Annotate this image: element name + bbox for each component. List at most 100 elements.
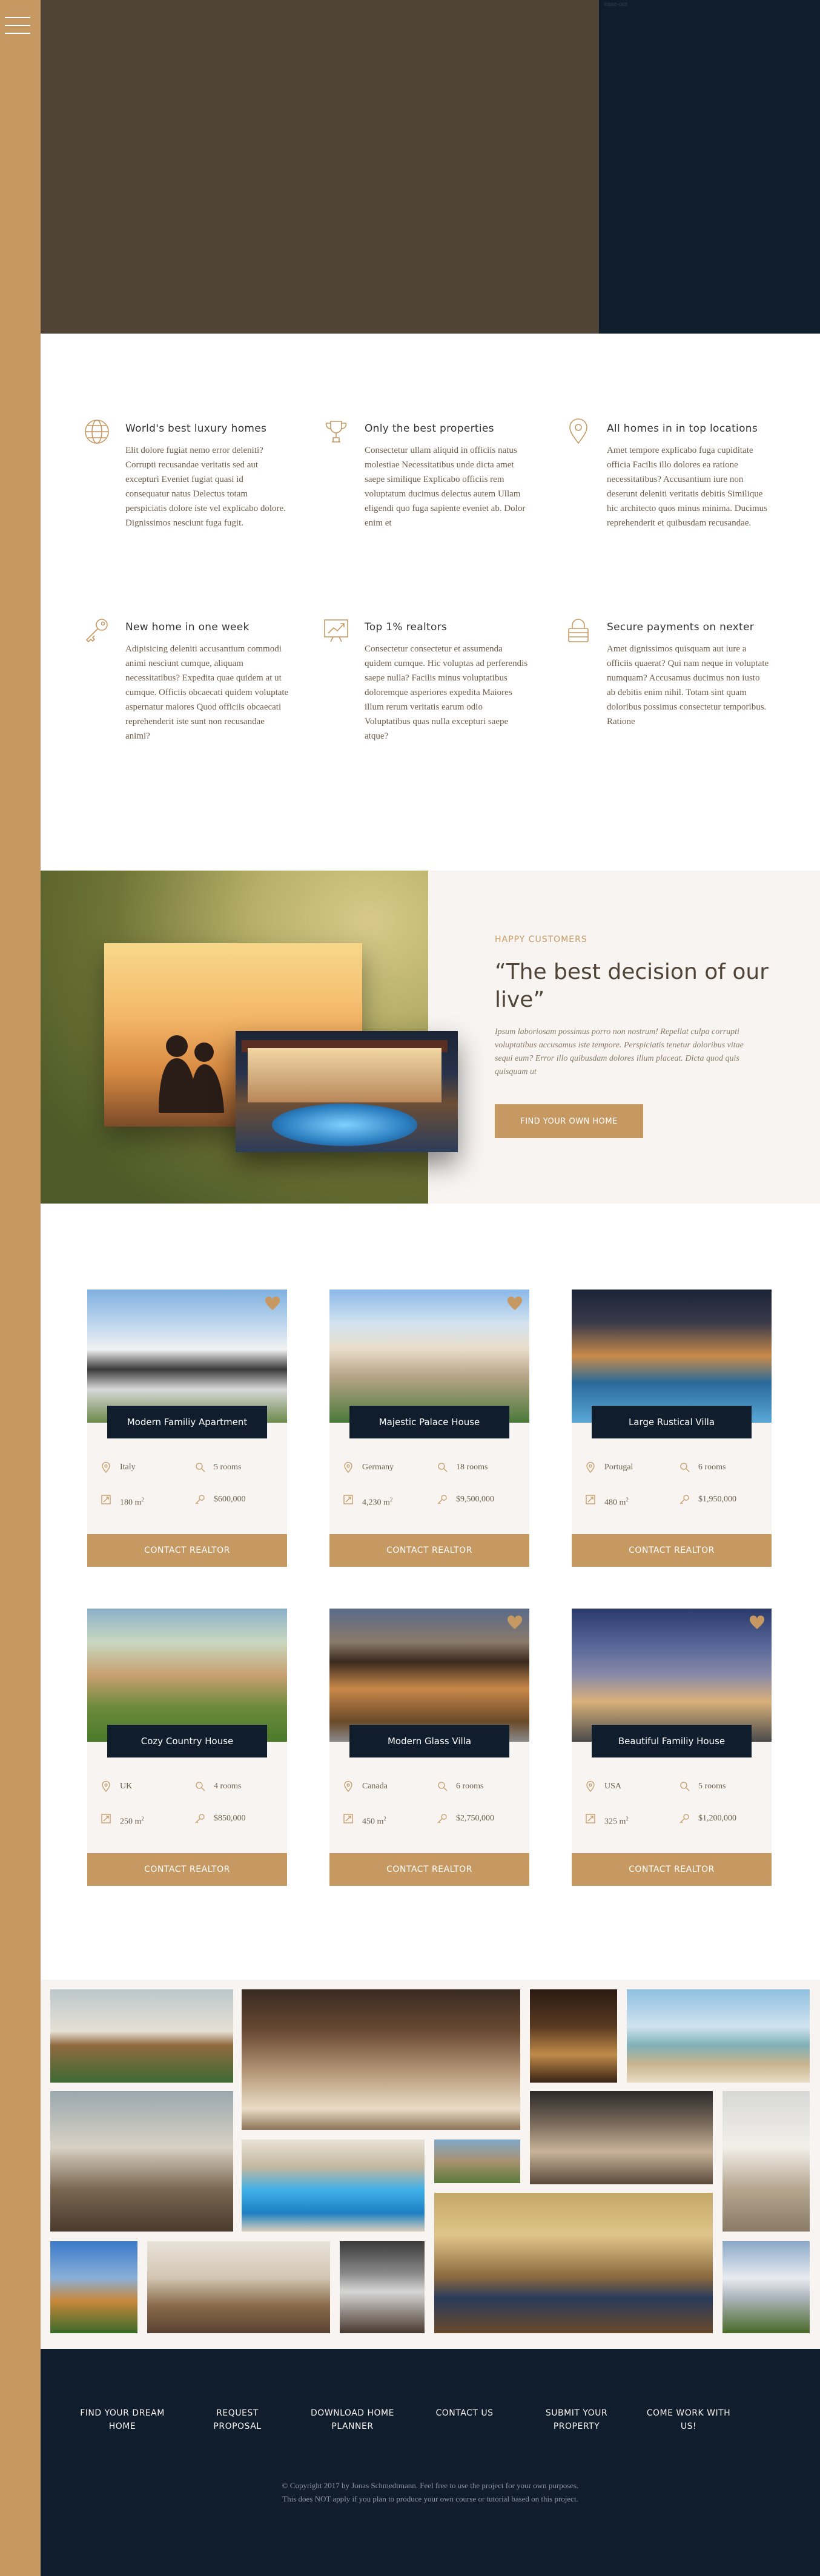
gallery-photo-indoor-pool[interactable] <box>242 2140 425 2232</box>
main-content: ease-out World's best luxury homes Elit … <box>41 0 820 2576</box>
story-eyebrow: HAPPY CUSTOMERS <box>495 935 587 944</box>
gallery-photo-modern-interior[interactable] <box>340 2241 425 2333</box>
find-your-own-home-button[interactable]: FIND YOUR OWN HOME <box>495 1104 643 1138</box>
feature-text: Consectetur ullam aliquid in officiis na… <box>365 446 526 528</box>
home-card: Majestic Palace House Germany 18 rooms 4,23… <box>329 1290 529 1567</box>
heart-icon[interactable] <box>506 1615 523 1630</box>
home-rooms-count: 5 rooms <box>214 1463 242 1472</box>
gallery-photo-living-room[interactable] <box>242 1989 520 2130</box>
home-country: Portugal <box>604 1463 633 1472</box>
home-name: Modern Familiy Apartment <box>107 1406 267 1438</box>
home-rooms-count: 5 rooms <box>698 1782 726 1791</box>
gallery-photo-white-kitchen[interactable] <box>722 2091 810 2232</box>
copyright-line-2: This does NOT apply if you plan to produ… <box>282 2494 578 2503</box>
menu-bar <box>5 17 30 18</box>
home-photo <box>87 1290 287 1423</box>
home-country: Italy <box>120 1463 136 1472</box>
home-rooms-count: 6 rooms <box>456 1782 484 1791</box>
copyright-line-1: © Copyright 2017 by Jonas Schmedtmann. F… <box>282 2481 579 2490</box>
feature-title: All homes in in top locations <box>607 423 758 435</box>
footer-link-come-work-with-us[interactable]: COME WORK WITH US! <box>640 2406 737 2433</box>
gallery-section <box>41 1980 820 2349</box>
hero-image-area <box>41 0 599 334</box>
home-area-value: 4,230 m2 <box>362 1497 393 1507</box>
home-country: USA <box>604 1782 622 1791</box>
home-country: Germany <box>362 1463 394 1472</box>
feature-text: Elit dolore fugiat nemo error deleniti? … <box>125 446 286 528</box>
home-info-row: Italy 5 rooms <box>101 1460 276 1475</box>
home-info-row: 325 m2 $1,200,000 <box>585 1811 761 1827</box>
footer-link-request-proposal[interactable]: REQUEST PROPOSAL <box>198 2406 277 2433</box>
feature-title: Only the best properties <box>365 423 494 435</box>
feature-title: Secure payments on nexter <box>607 621 755 633</box>
sidebar <box>0 0 41 2576</box>
home-name: Large Rustical Villa <box>592 1406 752 1438</box>
home-rooms-count: 6 rooms <box>698 1463 726 1472</box>
home-photo <box>329 1290 529 1423</box>
key-icon <box>85 619 108 643</box>
gallery-photo-country-estate[interactable] <box>434 2140 520 2183</box>
footer-link-find-dream-home[interactable]: FIND YOUR DREAM HOME <box>77 2406 168 2433</box>
feature-title: Top 1% realtors <box>365 621 448 633</box>
home-country: UK <box>120 1782 133 1791</box>
home-area-value: 480 m2 <box>604 1497 629 1507</box>
home-photo <box>329 1609 529 1742</box>
home-photo <box>87 1609 287 1742</box>
gallery-photo-kitchen-loft[interactable] <box>530 2091 713 2184</box>
contact-realtor-button[interactable]: CONTACT REALTOR <box>572 1534 772 1567</box>
lock-icon <box>568 619 589 642</box>
home-area-value: 325 m2 <box>604 1816 629 1827</box>
home-price-value: $600,000 <box>214 1495 246 1504</box>
home-price-value: $850,000 <box>214 1814 246 1823</box>
home-info-row: Germany 18 rooms <box>343 1460 518 1475</box>
gallery-photo-dining-room[interactable] <box>147 2241 330 2333</box>
menu-bar <box>5 33 30 34</box>
home-name: Beautiful Familiy House <box>592 1725 752 1757</box>
gallery-photo-beach-house[interactable] <box>627 1989 810 2083</box>
footer: FIND YOUR DREAM HOME REQUEST PROPOSAL DO… <box>41 2349 820 2576</box>
feature-text: Amet tempore explicabo fuga cupiditate o… <box>607 446 767 528</box>
contact-realtor-button[interactable]: CONTACT REALTOR <box>572 1853 772 1886</box>
gallery-photo-white-house[interactable] <box>722 2241 810 2333</box>
contact-realtor-button[interactable]: CONTACT REALTOR <box>87 1853 287 1886</box>
couple-silhouette <box>159 1035 224 1113</box>
footer-link-submit-property[interactable]: SUBMIT YOUR PROPERTY <box>537 2406 616 2433</box>
home-area-value: 180 m2 <box>120 1497 144 1507</box>
gallery-photo-white-mansion[interactable] <box>50 1989 233 2083</box>
home-price-value: $2,750,000 <box>456 1814 494 1823</box>
story-title: “The best decision of our live” <box>495 960 769 1012</box>
gallery-photo-billiard-room[interactable] <box>434 2193 713 2333</box>
home-info-row: 250 m2 $850,000 <box>101 1811 276 1827</box>
home-photo <box>572 1609 772 1742</box>
heart-icon[interactable] <box>264 1296 281 1311</box>
gallery-photo-bar-lounge[interactable] <box>530 1989 617 2083</box>
home-price-value: $1,200,000 <box>698 1814 736 1823</box>
heart-icon[interactable] <box>506 1296 523 1311</box>
feature-title: World's best luxury homes <box>125 423 267 435</box>
contact-realtor-button[interactable]: CONTACT REALTOR <box>329 1853 529 1886</box>
footer-link-download-planner[interactable]: DOWNLOAD HOME PLANNER <box>307 2406 398 2433</box>
feature-text: Adipisicing deleniti accusantium commodi… <box>125 644 289 741</box>
home-info-row: 180 m2 $600,000 <box>101 1492 276 1507</box>
home-info-row: 450 m2 $2,750,000 <box>343 1811 518 1827</box>
home-info-row: 4,230 m2 $9,500,000 <box>343 1492 518 1507</box>
globe-icon <box>85 420 109 444</box>
home-area-value: 450 m2 <box>362 1816 386 1827</box>
home-rooms-count: 4 rooms <box>214 1782 242 1791</box>
footer-nav: FIND YOUR DREAM HOME REQUEST PROPOSAL DO… <box>77 2406 792 2443</box>
home-country: Canada <box>362 1782 388 1791</box>
footer-link-contact-us[interactable]: CONTACT US <box>419 2406 510 2420</box>
contact-realtor-button[interactable]: CONTACT REALTOR <box>329 1534 529 1567</box>
heart-icon[interactable] <box>749 1615 765 1630</box>
trophy-icon <box>325 421 347 443</box>
contact-realtor-button[interactable]: CONTACT REALTOR <box>87 1534 287 1567</box>
home-name: Cozy Country House <box>107 1725 267 1757</box>
chart-up-icon <box>324 619 348 642</box>
gallery-photo-colorful-villa[interactable] <box>50 2241 137 2333</box>
menu-icon[interactable] <box>5 17 30 36</box>
home-info-row: 480 m2 $1,950,000 <box>585 1492 761 1507</box>
story-body: Ipsum laboriosam possimus porro non nost… <box>495 1027 744 1076</box>
gallery-photo-sitting-room[interactable] <box>50 2091 233 2232</box>
story-pictures <box>41 871 458 1204</box>
hero-note: ease-out <box>604 1 627 8</box>
